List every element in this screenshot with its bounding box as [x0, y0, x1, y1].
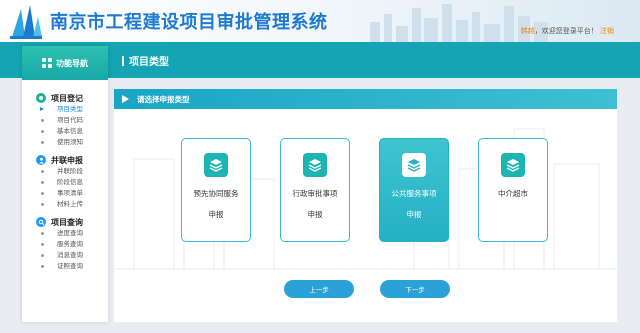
sidebar-item-usage-notes[interactable]: 使用须知 [22, 137, 108, 148]
nav-group-query: 项目查询 进度查询 服务查询 消息查询 证照查询 [22, 216, 108, 272]
card-sublabel: 申报 [307, 210, 323, 219]
logout-link[interactable]: 注销 [600, 27, 614, 35]
card-label: 公共服务事项 [391, 189, 437, 198]
system-title: 南京市工程建设项目审批管理系统 [50, 12, 328, 33]
sidebar-item-project-type[interactable]: 项目类型 [22, 104, 108, 115]
nav-group-parallel: 并联申报 并联阶段 阶段信息 事项清单 材料上传 [22, 154, 108, 210]
page-title: 项目类型 [129, 57, 169, 68]
system-logo [10, 5, 42, 39]
sidebar-item-progress-query[interactable]: 进度查询 [22, 228, 108, 239]
sidebar-item-material-upload[interactable]: 材料上传 [22, 199, 108, 210]
nav-group-label: 项目查询 [51, 217, 83, 227]
sidebar-item-service-query[interactable]: 服务查询 [22, 239, 108, 250]
title-bar-marker [122, 55, 124, 66]
arrow-right-icon [122, 95, 129, 103]
sidebar-item-stage-info[interactable]: 阶段信息 [22, 177, 108, 188]
layers-icon [402, 153, 426, 177]
sidebar: 功能导航 项目登记 项目类型 项目代码 基本信息 使用须知 并联申报 并联阶段 … [22, 46, 108, 322]
type-card-public-service[interactable]: 公共服务事项 申报 [379, 138, 449, 242]
type-card-pre-coordination[interactable]: 预先协同服务 申报 [181, 138, 251, 242]
card-sublabel: 申报 [406, 210, 422, 219]
nav-group-title[interactable]: 并联申报 [22, 154, 108, 166]
grid-icon [42, 58, 52, 68]
person-icon [36, 155, 46, 165]
nav-group-registration: 项目登记 项目类型 项目代码 基本信息 使用须知 [22, 92, 108, 148]
sidebar-item-project-code[interactable]: 项目代码 [22, 115, 108, 126]
app-header: 南京市工程建设项目审批管理系统 韩越，欢迎您登录平台！ 注销 [0, 0, 640, 42]
circle-dot-icon [36, 93, 46, 103]
card-sublabel: 申报 [208, 210, 224, 219]
layers-icon [303, 153, 327, 177]
prev-step-button[interactable]: 上一步 [284, 280, 354, 298]
sidebar-item-license-query[interactable]: 证照查询 [22, 261, 108, 272]
card-label: 预先协同服务 [193, 189, 239, 198]
sidebar-item-basic-info[interactable]: 基本信息 [22, 126, 108, 137]
nav-group-title[interactable]: 项目登记 [22, 92, 108, 104]
card-label: 中介超市 [498, 189, 528, 198]
type-card-administrative[interactable]: 行政审批事项 申报 [280, 138, 350, 242]
panel-heading: 请选择申报类型 [137, 94, 190, 104]
sidebar-item-item-list[interactable]: 事项清单 [22, 188, 108, 199]
user-bar: 韩越，欢迎您登录平台！ 注销 [521, 26, 614, 36]
nav-group-label: 项目登记 [51, 93, 83, 103]
welcome-text: ，欢迎您登录平台！ [534, 27, 598, 35]
type-card-agency-market[interactable]: 中介超市 [478, 138, 548, 242]
sidebar-title: 功能导航 [56, 58, 88, 68]
search-icon [36, 217, 46, 227]
panel-header: 请选择申报类型 [114, 89, 617, 109]
page-title-wrap: 项目类型 [122, 53, 169, 68]
nav-group-label: 并联申报 [51, 155, 83, 165]
next-step-button[interactable]: 下一步 [380, 280, 450, 298]
layers-icon [501, 153, 525, 177]
card-label: 行政审批事项 [292, 189, 338, 198]
layers-icon [204, 153, 228, 177]
user-name: 韩越 [520, 27, 535, 35]
nav-group-title[interactable]: 项目查询 [22, 216, 108, 228]
sidebar-item-message-query[interactable]: 消息查询 [22, 250, 108, 261]
sidebar-item-parallel-stage[interactable]: 并联阶段 [22, 166, 108, 177]
sidebar-header: 功能导航 [22, 46, 108, 80]
